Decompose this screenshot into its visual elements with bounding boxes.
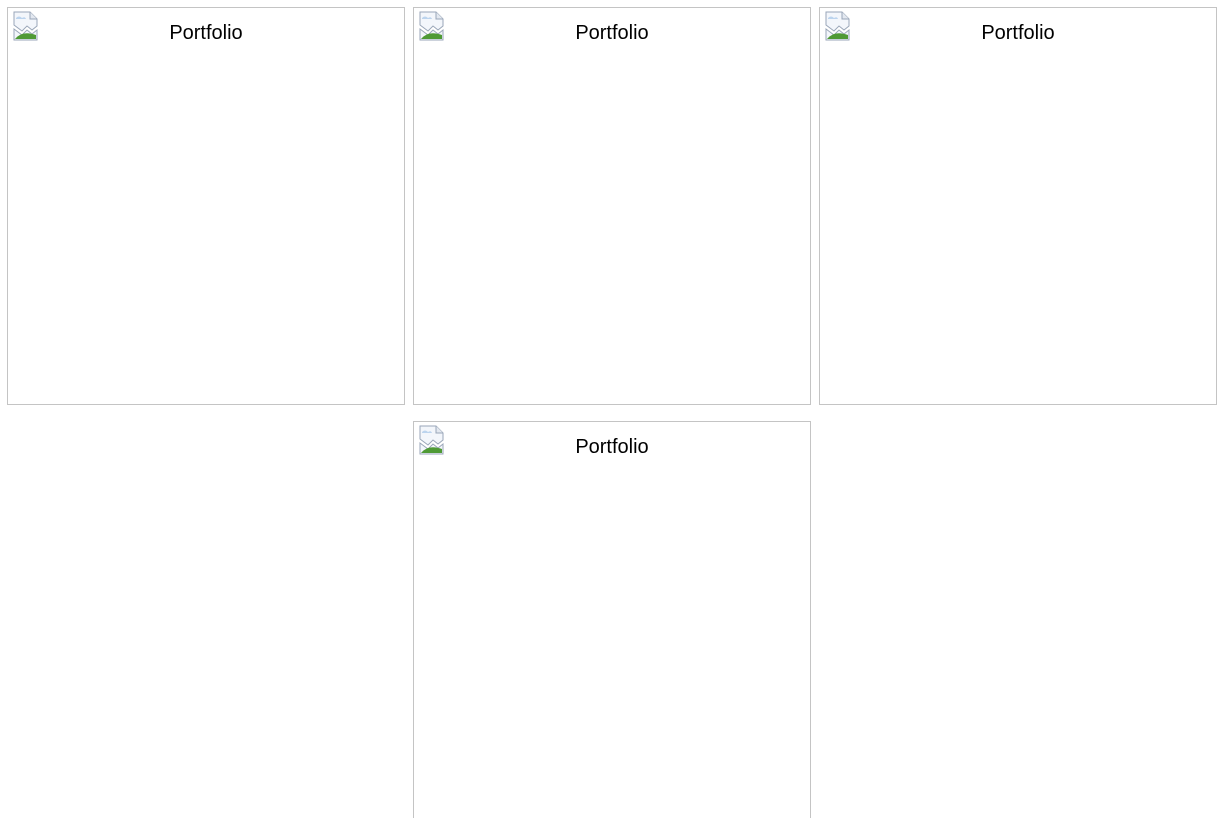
portfolio-image-alt-text: Portfolio bbox=[981, 22, 1055, 44]
portfolio-image-alt-text: Portfolio bbox=[575, 22, 649, 44]
portfolio-image-alt-text: Portfolio bbox=[169, 22, 243, 44]
portfolio-image-alt-text: Portfolio bbox=[575, 436, 649, 458]
portfolio-image-2[interactable]: Portfolio bbox=[413, 7, 811, 405]
portfolio-image-3[interactable]: Portfolio bbox=[819, 7, 1217, 405]
portfolio-grid: Portfolio Portfolio Portfolio Portfolio bbox=[0, 0, 1218, 818]
portfolio-image-4[interactable]: Portfolio bbox=[413, 421, 811, 818]
portfolio-image-1[interactable]: Portfolio bbox=[7, 7, 405, 405]
